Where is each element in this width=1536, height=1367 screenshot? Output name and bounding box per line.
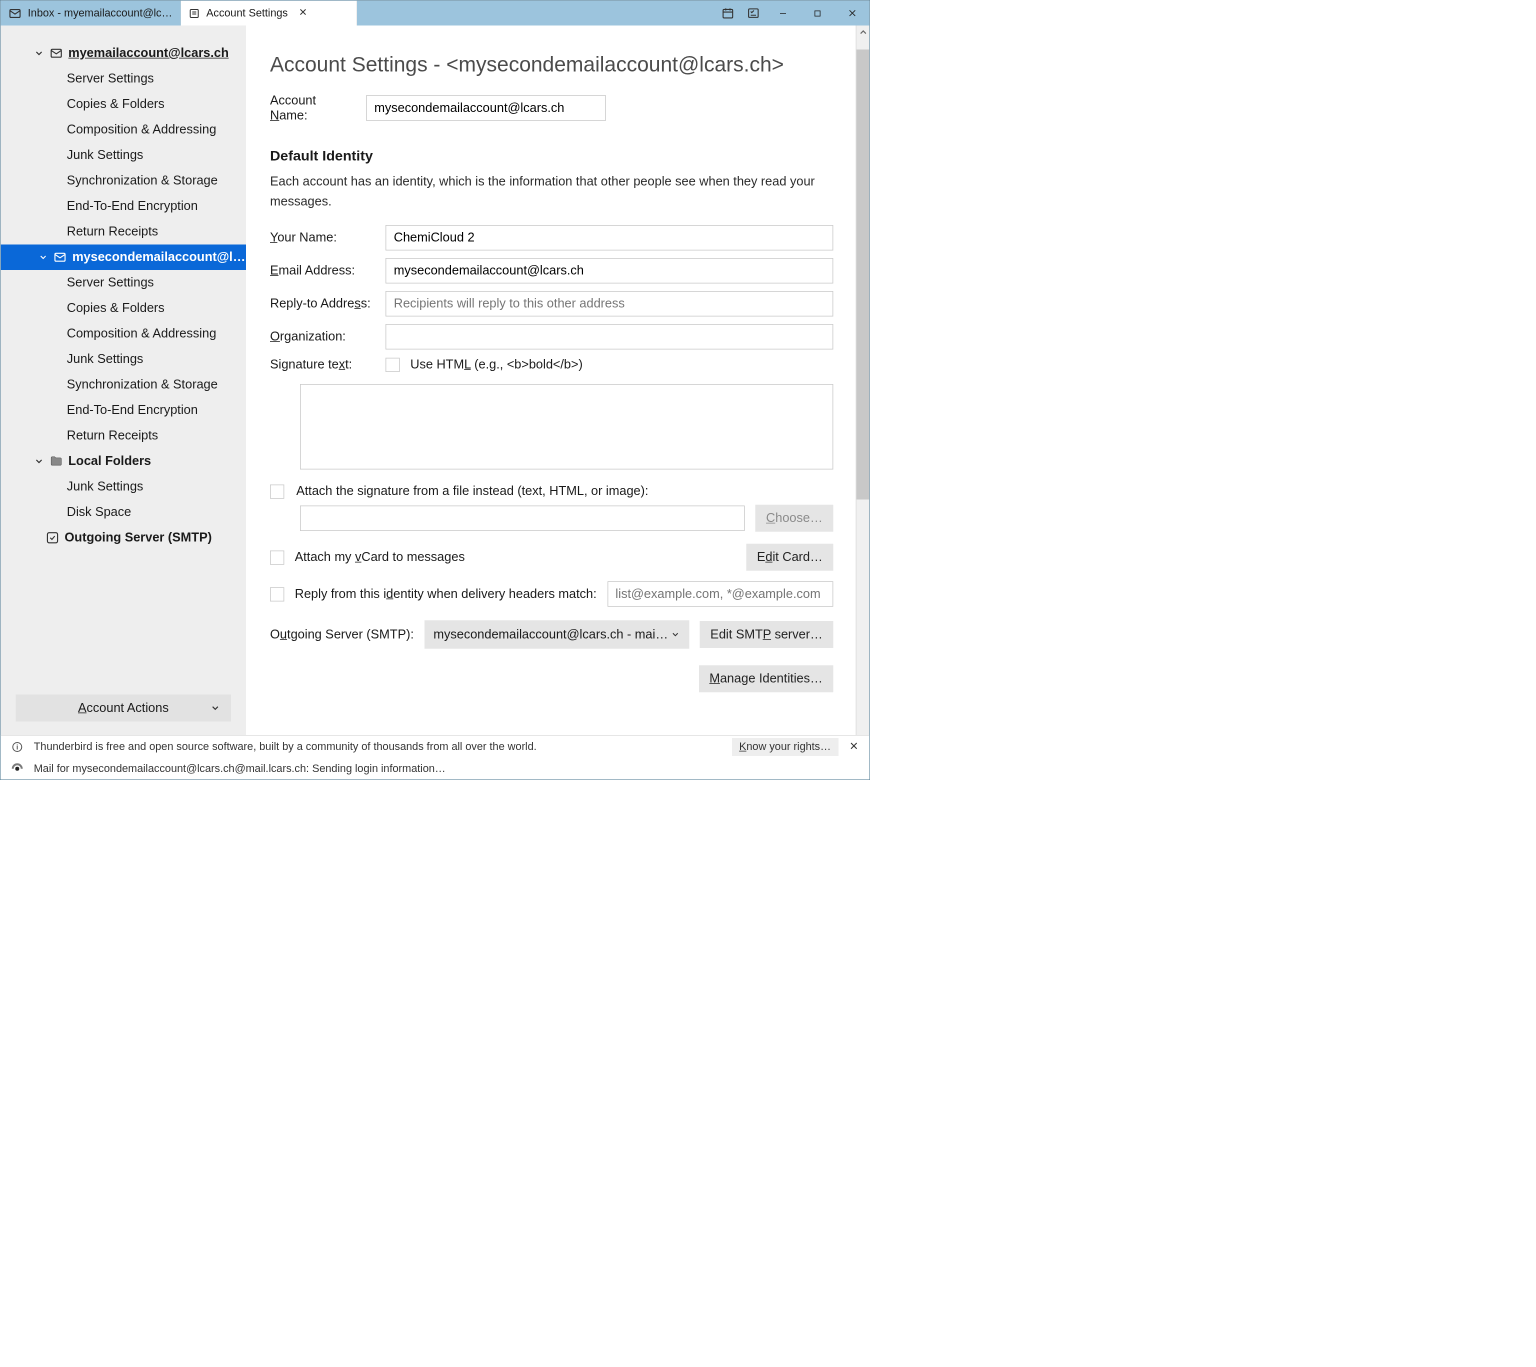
use-html-label: Use HTML (e.g., <b>bold</b>) [410,357,582,372]
account-name-input[interactable] [366,95,606,121]
organization-input[interactable] [386,324,834,350]
statusbar-activity: Mail for mysecondemailaccount@lcars.ch@m… [1,758,870,779]
signature-textarea[interactable] [300,384,833,470]
acct1-composition[interactable]: Composition & Addressing [11,117,246,143]
account-actions-label: Account Actions [78,701,169,716]
chevron-down-icon [34,48,45,59]
mail-icon [8,6,22,20]
acct1-e2ee[interactable]: End-To-End Encryption [11,194,246,220]
calendar-icon[interactable] [715,1,741,26]
outgoing-icon [46,531,60,545]
page-title: Account Settings - <mysecondemailaccount… [270,53,833,77]
signature-label: Signature text: [270,357,375,372]
acct2-junk[interactable]: Junk Settings [11,347,246,373]
folder-icon [50,455,64,469]
choose-file-button[interactable]: Choose… [756,505,834,532]
acct2-receipts[interactable]: Return Receipts [11,423,246,449]
tab-inbox-label: Inbox - myemailaccount@lcars. [28,7,173,19]
statusbar-notification: Thunderbird is free and open source soft… [1,735,870,758]
edit-card-button[interactable]: Edit Card… [746,544,833,571]
activity-icon [11,763,23,775]
acct2-copies-folders[interactable]: Copies & Folders [11,296,246,322]
replyto-label: Reply-to Address: [270,297,375,312]
manage-identities-button[interactable]: Manage Identities… [699,666,833,693]
default-identity-heading: Default Identity [270,149,833,166]
tab-settings-label: Account Settings [206,7,288,19]
scroll-up-icon[interactable] [858,27,869,38]
email-label: Email Address: [270,264,375,279]
attach-from-file-label: Attach the signature from a file instead… [296,484,648,499]
chevron-down-icon [34,456,45,467]
acct1-server-settings[interactable]: Server Settings [11,66,246,92]
settings-page-icon [188,7,200,19]
accounts-sidebar: myemailaccount@lcars.ch Server Settings … [1,26,246,736]
account-2-label: mysecondemailaccount@lca... [72,250,246,265]
acct2-server-settings[interactable]: Server Settings [11,270,246,296]
your-name-label: Your Name: [270,231,375,246]
local-folders-label: Local Folders [68,454,151,469]
scrollbar-thumb[interactable] [857,50,870,500]
tab-inbox[interactable]: Inbox - myemailaccount@lcars. [1,1,181,26]
window-minimize[interactable] [766,1,801,26]
info-icon [11,741,23,753]
edit-smtp-button[interactable]: Edit SMTP server… [700,621,833,648]
mail-icon [50,47,64,61]
reply-identity-checkbox[interactable] [270,587,284,601]
vertical-scrollbar[interactable] [856,26,870,736]
outgoing-smtp-label: Outgoing Server (SMTP) [65,530,212,545]
window-maximize[interactable] [800,1,835,26]
acct2-sync[interactable]: Synchronization & Storage [11,372,246,398]
mail-icon [53,251,67,265]
tasks-icon[interactable] [740,1,766,26]
outgoing-smtp-label: Outgoing Server (SMTP): [270,627,414,642]
local-junk[interactable]: Junk Settings [11,474,246,500]
account-1-label: myemailaccount@lcars.ch [68,46,229,61]
tab-account-settings[interactable]: Account Settings [181,1,357,26]
outgoing-smtp-selected: mysecondemailaccount@lcars.ch - mail.lca… [433,627,670,642]
your-name-input[interactable] [386,225,834,251]
local-folders-item[interactable]: Local Folders [11,449,246,475]
account-actions-dropdown[interactable]: Account Actions Account Actions [16,695,231,722]
account-name-label: Account Name: [270,93,356,123]
acct1-receipts[interactable]: Return Receipts [11,219,246,245]
acct2-composition[interactable]: Composition & Addressing [11,321,246,347]
know-your-rights-button[interactable]: Know your rights… [732,738,839,756]
close-icon[interactable] [849,741,859,754]
close-icon[interactable] [298,7,307,19]
attach-from-file-checkbox[interactable] [270,484,284,498]
reply-identity-input[interactable] [607,582,833,608]
use-html-checkbox[interactable] [386,358,400,372]
acct1-junk[interactable]: Junk Settings [11,143,246,169]
signature-file-path-input [300,506,745,532]
acct1-sync[interactable]: Synchronization & Storage [11,168,246,194]
activity-text: Mail for mysecondemailaccount@lcars.ch@m… [34,763,446,775]
attach-vcard-label: Attach my vCard to messages [295,550,465,565]
window-close[interactable] [835,1,870,26]
account-item-2[interactable]: mysecondemailaccount@lca... [1,245,246,271]
chevron-down-icon [671,630,681,641]
replyto-input[interactable] [386,291,834,317]
statusbar-text: Thunderbird is free and open source soft… [34,741,537,753]
default-identity-desc: Each account has an identity, which is t… [270,171,833,212]
outgoing-smtp-select[interactable]: mysecondemailaccount@lcars.ch - mail.lca… [424,621,689,650]
local-disk[interactable]: Disk Space [11,500,246,526]
email-input[interactable] [386,258,834,284]
acct2-e2ee[interactable]: End-To-End Encryption [11,398,246,424]
titlebar: Inbox - myemailaccount@lcars. Account Se… [1,1,870,26]
outgoing-smtp-item[interactable]: Outgoing Server (SMTP) [11,525,246,551]
settings-content: Account Settings - <mysecondemailaccount… [246,26,856,736]
chevron-down-icon [38,252,48,263]
organization-label: Organization: [270,330,375,345]
acct1-copies-folders[interactable]: Copies & Folders [11,92,246,118]
attach-vcard-checkbox[interactable] [270,550,284,564]
account-item-1[interactable]: myemailaccount@lcars.ch [11,41,246,67]
chevron-down-icon [210,703,221,714]
app-window: Inbox - myemailaccount@lcars. Account Se… [0,0,870,780]
reply-identity-label: Reply from this identity when delivery h… [295,587,597,602]
